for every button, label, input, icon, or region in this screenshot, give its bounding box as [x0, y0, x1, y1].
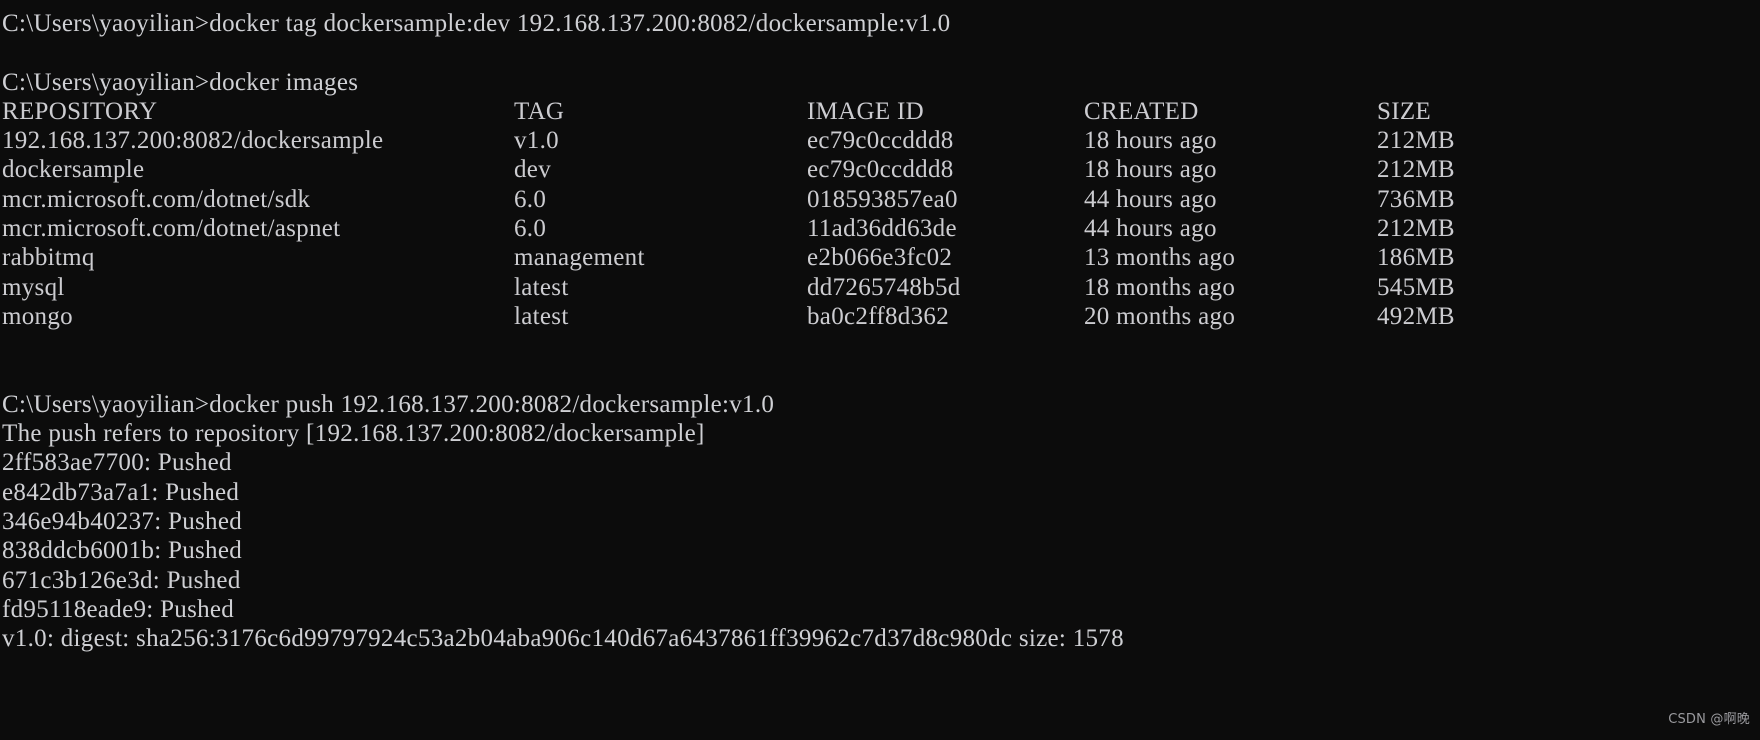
cell-created: 44 hours ago: [1084, 185, 1217, 213]
cell-image-id: ec79c0ccddd8: [807, 156, 954, 184]
push-layer-line: e842db73a7a1: Pushed: [2, 478, 240, 506]
cell-tag: management: [514, 244, 645, 272]
csdn-watermark: CSDN @啊晚: [1668, 711, 1750, 727]
cell-repository: 192.168.137.200:8082/dockersample: [2, 127, 384, 155]
cell-repository: mongo: [2, 302, 73, 330]
cell-size: 186MB: [1377, 244, 1455, 272]
cell-size: 212MB: [1377, 156, 1455, 184]
command-line-docker-tag: C:\Users\yaoyilian>docker tag dockersamp…: [2, 10, 951, 37]
cell-repository: mcr.microsoft.com/dotnet/aspnet: [2, 215, 341, 243]
push-layer-line: fd95118eade9: Pushed: [2, 595, 235, 623]
table-row: mongo latest ba0c2ff8d362 20 months ago …: [2, 302, 1760, 331]
push-layer-line: 671c3b126e3d: Pushed: [2, 566, 241, 594]
cell-tag: v1.0: [514, 127, 559, 155]
cell-created: 20 months ago: [1084, 302, 1236, 330]
cell-size: 212MB: [1377, 127, 1455, 155]
column-header-image-id: IMAGE ID: [807, 97, 924, 125]
cell-image-id: 018593857ea0: [807, 185, 958, 213]
cell-created: 13 months ago: [1084, 244, 1236, 272]
table-row: rabbitmq management e2b066e3fc02 13 mont…: [2, 243, 1760, 272]
push-layer-line: 346e94b40237: Pushed: [2, 508, 243, 536]
cell-repository: rabbitmq: [2, 244, 95, 272]
column-header-tag: TAG: [514, 97, 565, 125]
cell-created: 18 hours ago: [1084, 156, 1217, 184]
cell-image-id: 11ad36dd63de: [807, 215, 957, 243]
cell-image-id: ba0c2ff8d362: [807, 302, 949, 330]
push-layer-line: 838ddcb6001b: Pushed: [2, 537, 243, 565]
command-line-docker-push: C:\Users\yaoyilian>docker push 192.168.1…: [2, 390, 775, 418]
cell-created: 18 months ago: [1084, 273, 1236, 301]
cell-tag: dev: [514, 156, 551, 184]
cell-size: 545MB: [1377, 273, 1455, 301]
cell-tag: 6.0: [514, 185, 547, 213]
cell-image-id: ec79c0ccddd8: [807, 127, 954, 155]
cell-repository: mysql: [2, 273, 65, 301]
push-refers-line: The push refers to repository [192.168.1…: [2, 420, 705, 448]
terminal-window[interactable]: C:\Users\yaoyilian>docker tag dockersamp…: [0, 0, 1760, 740]
cell-tag: latest: [514, 302, 569, 330]
cell-image-id: e2b066e3fc02: [807, 244, 953, 272]
cell-created: 18 hours ago: [1084, 127, 1217, 155]
cell-size: 492MB: [1377, 302, 1455, 330]
table-row: mysql latest dd7265748b5d 18 months ago …: [2, 273, 1760, 302]
cell-size: 212MB: [1377, 215, 1455, 243]
cell-repository: dockersample: [2, 156, 145, 184]
push-layer-line: 2ff583ae7700: Pushed: [2, 449, 232, 477]
cell-created: 44 hours ago: [1084, 215, 1217, 243]
table-row: mcr.microsoft.com/dotnet/sdk 6.0 0185938…: [2, 185, 1760, 214]
docker-images-table: REPOSITORY TAG IMAGE ID CREATED SIZE 192…: [2, 97, 1760, 331]
table-row: 192.168.137.200:8082/dockersample v1.0 e…: [2, 126, 1760, 155]
cell-repository: mcr.microsoft.com/dotnet/sdk: [2, 185, 311, 213]
table-row: dockersample dev ec79c0ccddd8 18 hours a…: [2, 155, 1760, 184]
table-row: mcr.microsoft.com/dotnet/aspnet 6.0 11ad…: [2, 214, 1760, 243]
cell-size: 736MB: [1377, 185, 1455, 213]
column-header-created: CREATED: [1084, 97, 1199, 125]
column-header-size: SIZE: [1377, 97, 1431, 125]
cell-tag: 6.0: [514, 215, 547, 243]
cell-image-id: dd7265748b5d: [807, 273, 961, 301]
push-digest-line: v1.0: digest: sha256:3176c6d99797924c53a…: [2, 625, 1124, 653]
column-header-repository: REPOSITORY: [2, 97, 158, 125]
table-header-row: REPOSITORY TAG IMAGE ID CREATED SIZE: [2, 97, 1760, 126]
command-line-docker-images: C:\Users\yaoyilian>docker images: [2, 68, 359, 96]
cell-tag: latest: [514, 273, 569, 301]
